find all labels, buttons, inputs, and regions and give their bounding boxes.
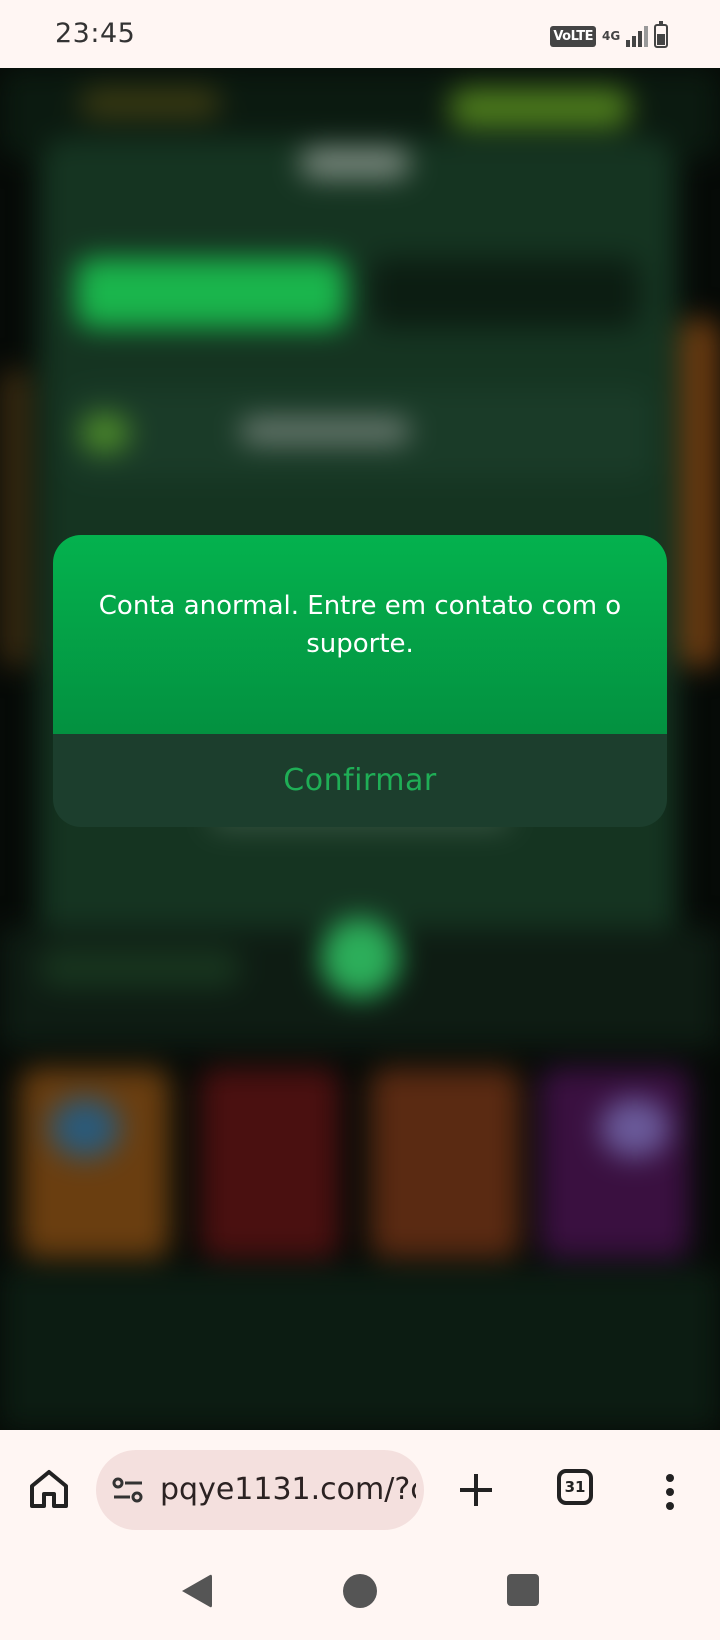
home-circle-icon[interactable] [343,1574,377,1608]
recents-square-icon[interactable] [507,1574,539,1606]
battery-icon [654,21,668,48]
dialog-body: Conta anormal. Entre em contato com o su… [53,535,667,734]
status-icons: VoLTE 4G [550,21,668,50]
web-content: Conta anormal. Entre em contato com o su… [0,68,720,1430]
tune-icon[interactable] [112,1476,144,1504]
volte-icon: VoLTE [550,25,596,47]
alert-dialog: Conta anormal. Entre em contato com o su… [53,535,667,827]
home-icon[interactable] [26,1466,72,1512]
tab-count: 31 [564,1478,586,1496]
plus-icon[interactable] [456,1470,496,1510]
url-text: pqye1131.com/?ch [160,1472,416,1507]
system-nav-bar [0,1548,720,1640]
browser-toolbar: pqye1131.com/?ch 31 [0,1430,720,1548]
more-vert-icon[interactable] [660,1472,680,1512]
tab-switcher-button[interactable]: 31 [557,1469,593,1505]
confirm-button[interactable]: Confirmar [53,734,667,827]
back-triangle-icon[interactable] [178,1572,214,1610]
confirm-button-label: Confirmar [283,763,437,798]
address-bar[interactable]: pqye1131.com/?ch [96,1450,424,1530]
dialog-message: Conta anormal. Entre em contato com o su… [98,590,622,659]
signal-bars-icon [626,25,648,47]
status-time: 23:45 [55,18,136,49]
status-bar: 23:45 VoLTE 4G [0,0,720,68]
network-type-icon: 4G [602,29,621,43]
